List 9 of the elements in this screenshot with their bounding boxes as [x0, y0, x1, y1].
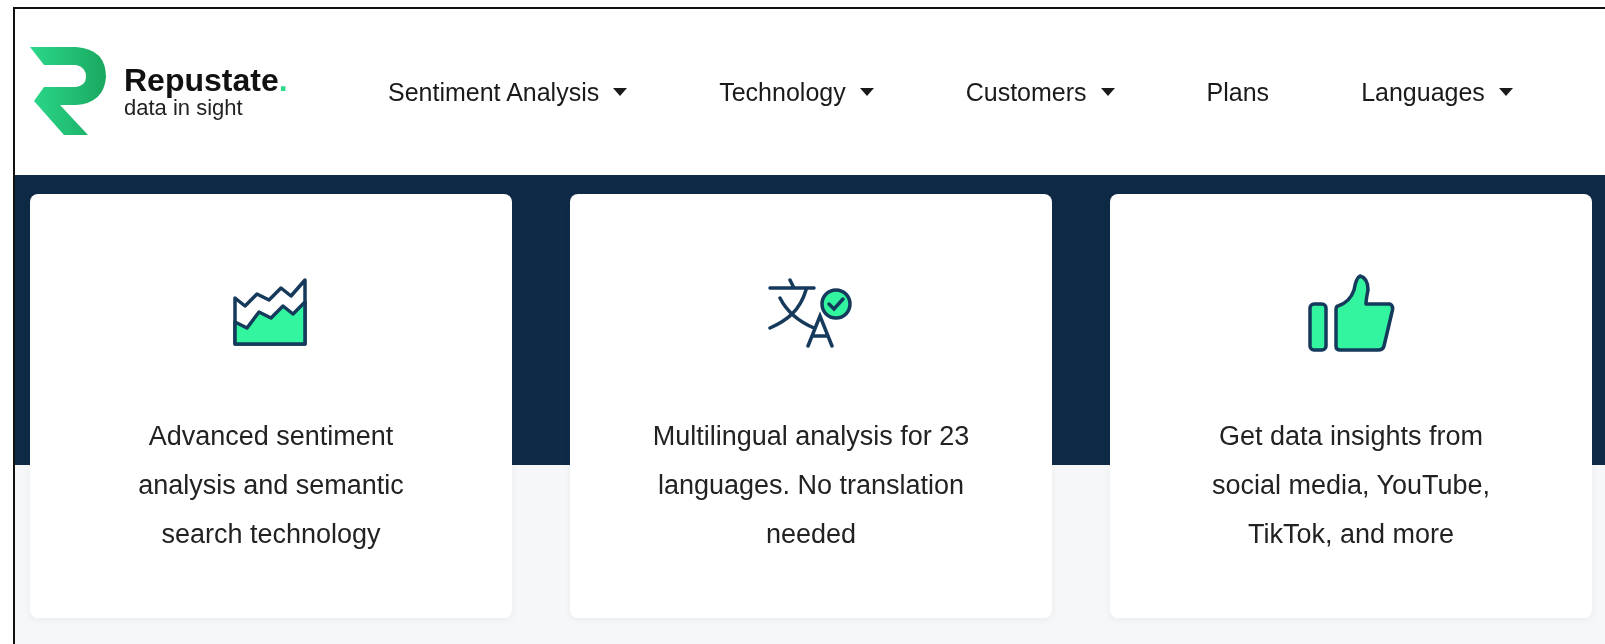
nav-link[interactable]: Languages — [1361, 77, 1513, 107]
nav-link[interactable]: Customers — [965, 77, 1115, 107]
nav-link[interactable]: Plans — [1206, 77, 1270, 107]
nav-link[interactable]: Sentiment Analysis — [388, 77, 628, 107]
feature-text: Multilingual analysis for 23 languages. No translation needed — [651, 420, 971, 551]
feature-text: Get data insights from social media, YouTube, TikTok, and more — [1210, 420, 1492, 551]
logo-name: Repustate. — [124, 63, 288, 96]
nav-link[interactable]: Technology — [719, 77, 874, 107]
feature-text: Advanced sentiment analysis and semantic search technology — [137, 420, 405, 551]
